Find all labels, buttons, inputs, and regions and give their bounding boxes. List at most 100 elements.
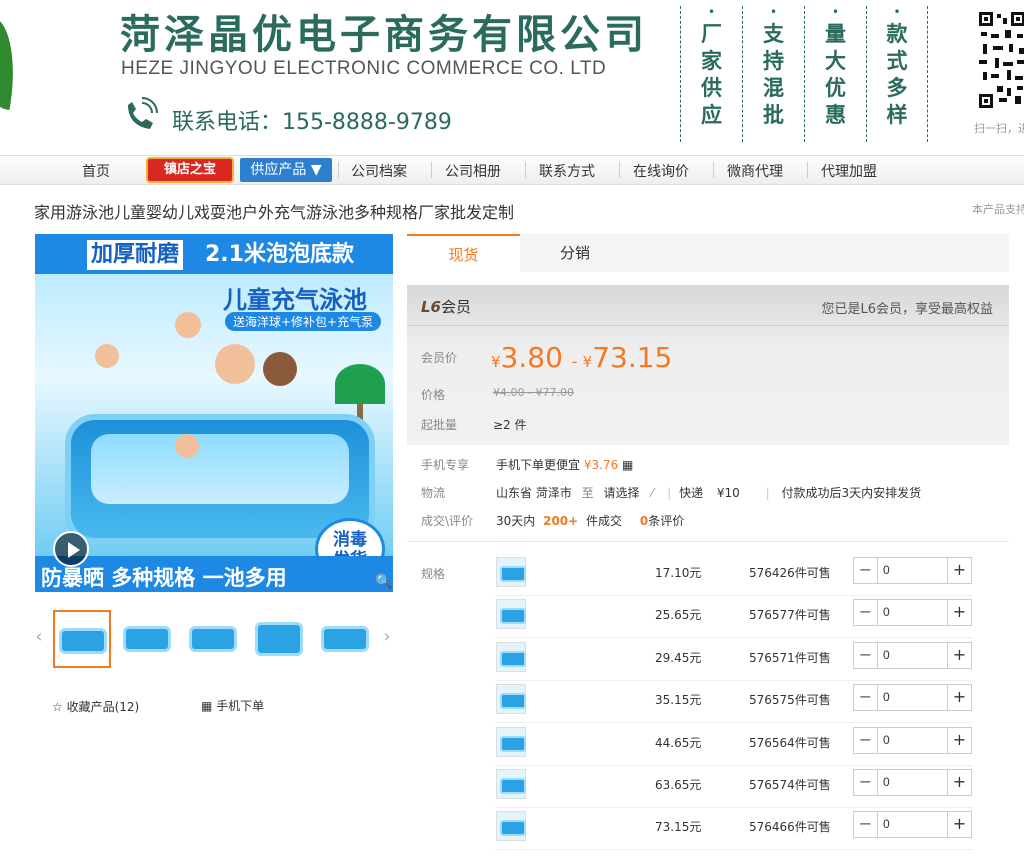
thumbnail[interactable] [317, 610, 375, 668]
dot-icon: • [893, 5, 901, 19]
product-support-note: 本产品支持 [972, 203, 1024, 216]
qr-code-icon[interactable] [977, 8, 1024, 108]
leaf-decoration [0, 16, 23, 110]
plus-button[interactable]: + [947, 600, 971, 625]
minus-button[interactable]: − [854, 812, 878, 837]
spec-stock: 576571件可售 [749, 651, 831, 665]
dot-icon: • [769, 5, 778, 19]
minus-button[interactable]: − [854, 643, 878, 668]
nav-online-inquiry[interactable]: 在线询价 [633, 161, 689, 181]
spec-thumbnail[interactable] [496, 811, 526, 841]
spec-thumbnail[interactable] [496, 727, 526, 757]
quantity-stepper: − + [853, 727, 972, 754]
nav-featured-badge[interactable]: 镇店之宝 [146, 157, 234, 183]
thumbnail[interactable] [185, 610, 243, 668]
spec-thumbnail[interactable] [496, 557, 526, 587]
image-subtitle: 儿童充气泳池 [223, 286, 367, 314]
quantity-stepper: − + [853, 642, 972, 669]
product-title: 家用游泳池儿童婴幼儿戏耍池户外充气游泳池多种规格厂家批发定制 [34, 203, 515, 222]
quantity-input[interactable] [883, 600, 945, 625]
spec-row: 73.15元 576466件可售 − + [495, 808, 973, 850]
quantity-stepper: − + [853, 811, 972, 838]
divider [407, 541, 1009, 542]
member-price-label: 会员价 [421, 351, 458, 365]
price-box: L6会员 您已是L6会员，享受最高权益 会员价 ¥3.80 - ¥73.15 价… [407, 285, 1009, 445]
spec-price: 35.15元 [655, 693, 702, 707]
child-figure [175, 434, 199, 458]
quantity-input[interactable] [883, 728, 945, 753]
spec-stock: 576564件可售 [749, 736, 831, 750]
mobile-order-button[interactable]: ▦ 手机下单 [201, 697, 264, 714]
slogan-4: • 款式多样 [866, 6, 928, 142]
chevron-right-icon[interactable]: › [381, 626, 393, 647]
nav-divider [619, 162, 620, 178]
qr-caption: 扫一扫，进 [974, 122, 1024, 135]
nav-company-album[interactable]: 公司相册 [445, 161, 501, 181]
nav-contact[interactable]: 联系方式 [539, 161, 595, 181]
qr-small-icon: ▦ [201, 699, 217, 713]
quantity-input[interactable] [883, 770, 945, 795]
spec-thumbnail[interactable] [496, 642, 526, 672]
quantity-input[interactable] [883, 558, 945, 583]
price-tabs: 现货 分销 [407, 234, 1009, 272]
nav-franchise[interactable]: 代理加盟 [821, 161, 877, 181]
person-figure [215, 344, 255, 384]
nav-wechat-agent[interactable]: 微商代理 [727, 161, 783, 181]
plus-button[interactable]: + [947, 685, 971, 710]
spec-thumbnail[interactable] [496, 769, 526, 799]
company-name: 菏泽晶优电子商务有限公司 [120, 11, 648, 58]
quantity-input[interactable] [883, 685, 945, 710]
video-play-button[interactable] [53, 531, 89, 567]
minus-button[interactable]: − [854, 685, 878, 710]
spec-thumbnail[interactable] [496, 599, 526, 629]
minus-button[interactable]: − [854, 770, 878, 795]
divider [407, 325, 1009, 326]
quantity-input[interactable] [883, 812, 945, 837]
chevron-left-icon[interactable]: ‹ [33, 626, 45, 647]
dropdown-icon[interactable]: ⁄ [651, 486, 653, 500]
spec-price: 63.65元 [655, 778, 702, 792]
plus-button[interactable]: + [947, 770, 971, 795]
spec-row: 63.65元 576574件可售 − + [495, 766, 973, 808]
nav-home[interactable]: 首页 [82, 161, 110, 181]
spec-stock: 576466件可售 [749, 820, 831, 834]
destination-select[interactable]: 请选择 [604, 486, 640, 500]
quantity-stepper: − + [853, 599, 972, 626]
quantity-stepper: − + [853, 557, 972, 584]
nav-divider [431, 162, 432, 178]
minus-button[interactable]: − [854, 728, 878, 753]
spec-price: 17.10元 [655, 566, 702, 580]
child-figure [175, 312, 201, 338]
plus-button[interactable]: + [947, 643, 971, 668]
spec-price: 44.65元 [655, 736, 702, 750]
spec-stock: 576574件可售 [749, 778, 831, 792]
tab-distribution[interactable]: 分销 [520, 234, 630, 272]
zoom-icon[interactable]: 🔍 [375, 574, 392, 590]
thumbnail[interactable] [251, 610, 309, 668]
nav-divider [713, 162, 714, 178]
favorite-button[interactable]: ☆ 收藏产品(12) [52, 698, 139, 715]
plus-button[interactable]: + [947, 558, 971, 583]
member-level-note: 您已是L6会员，享受最高权益 [821, 302, 993, 317]
plus-button[interactable]: + [947, 728, 971, 753]
tab-in-stock[interactable]: 现货 [407, 234, 520, 272]
image-banner-label: 加厚耐磨 [87, 240, 184, 270]
spec-row: 17.10元 576426件可售 − + [495, 554, 973, 596]
thumbnail[interactable] [119, 610, 177, 668]
product-main-image[interactable]: 加厚耐磨 2.1米泡泡底款 儿童充气泳池 送海洋球+修补包+充气泵 消毒发货 防… [35, 234, 393, 592]
plus-button[interactable]: + [947, 812, 971, 837]
spec-price: 25.65元 [655, 608, 702, 622]
minus-button[interactable]: − [854, 600, 878, 625]
nav-products-dropdown[interactable]: 供应产品 ▼ [240, 158, 332, 182]
slogan-3: • 量大优惠 [804, 6, 866, 142]
minus-button[interactable]: − [854, 558, 878, 583]
dot-icon: • [831, 5, 840, 19]
spec-thumbnail[interactable] [496, 684, 526, 714]
nav-company-profile[interactable]: 公司档案 [351, 161, 407, 181]
thumbnail-strip: ‹ › [33, 602, 393, 668]
thumbnail[interactable] [53, 610, 111, 668]
qr-small-icon[interactable]: ▦ [622, 458, 633, 472]
spec-row: 29.45元 576571件可售 − + [495, 639, 973, 681]
pool-water [91, 434, 349, 504]
quantity-input[interactable] [883, 643, 945, 668]
